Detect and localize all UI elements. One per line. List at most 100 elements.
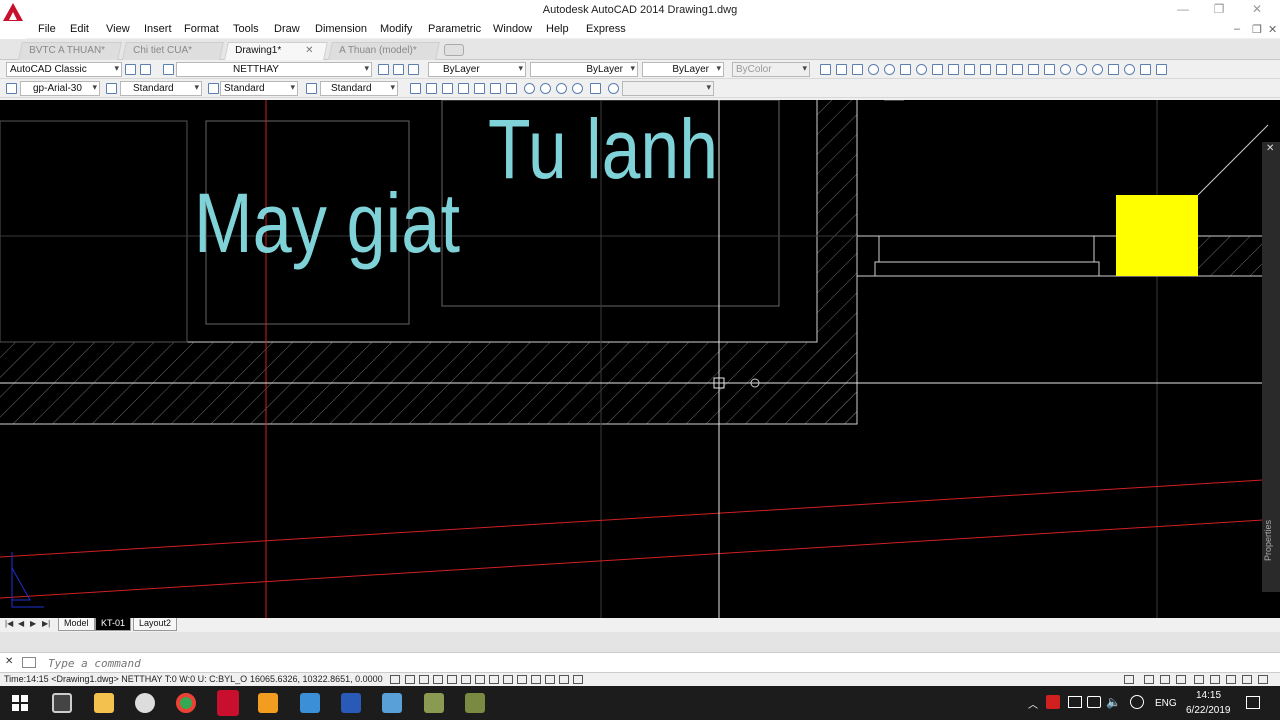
mleader-style-icon[interactable] bbox=[306, 83, 317, 94]
otrack-icon[interactable] bbox=[489, 675, 499, 684]
visual-style-icon-4[interactable] bbox=[572, 83, 583, 94]
media-player-icon[interactable] bbox=[258, 693, 278, 713]
view-icon-2[interactable] bbox=[426, 83, 437, 94]
gradient-icon[interactable] bbox=[1044, 64, 1055, 75]
line-tool-icon[interactable] bbox=[820, 64, 831, 75]
layout-app-icon[interactable] bbox=[465, 693, 485, 713]
cursor-coordinates[interactable]: 16065.6326, 10322.8651, 0.0000 bbox=[250, 674, 383, 684]
mleader-style-select[interactable]: Standard bbox=[320, 81, 398, 96]
zoom-icon[interactable] bbox=[1140, 64, 1151, 75]
maximize-button[interactable]: ❐ bbox=[1204, 2, 1234, 18]
make-block-icon[interactable] bbox=[996, 64, 1007, 75]
table-icon[interactable] bbox=[1076, 64, 1087, 75]
clean-screen-icon[interactable] bbox=[1258, 675, 1268, 684]
text-style-icon[interactable] bbox=[6, 83, 17, 94]
chrome-icon[interactable] bbox=[176, 693, 196, 713]
lineweight-icon[interactable] bbox=[531, 675, 541, 684]
language-indicator[interactable]: ENG bbox=[1155, 698, 1177, 709]
layer-select[interactable]: NETTHAY bbox=[176, 62, 372, 77]
annotation-visibility-icon[interactable] bbox=[1160, 675, 1170, 684]
autocad-logo-icon[interactable] bbox=[0, 0, 26, 40]
text-style-select[interactable]: gp-Arial-30 bbox=[20, 81, 100, 96]
quick-properties-icon[interactable] bbox=[559, 675, 569, 684]
dynamic-input-icon[interactable] bbox=[517, 675, 527, 684]
selection-cycling-icon[interactable] bbox=[573, 675, 583, 684]
ellipse-icon[interactable] bbox=[964, 64, 975, 75]
volume-icon[interactable]: 🔈 bbox=[1106, 695, 1121, 709]
table-style-select[interactable]: Standard bbox=[220, 81, 298, 96]
sketchup-icon[interactable] bbox=[424, 693, 444, 713]
revcloud-icon[interactable] bbox=[932, 64, 943, 75]
new-tab-icon[interactable] bbox=[444, 44, 464, 56]
calculator-icon[interactable] bbox=[52, 693, 72, 713]
view-icon-1[interactable] bbox=[410, 83, 421, 94]
circle-icon[interactable] bbox=[884, 64, 895, 75]
last-layout-icon[interactable]: ▶| bbox=[42, 619, 50, 628]
view-icon-4[interactable] bbox=[458, 83, 469, 94]
windows-start-icon[interactable] bbox=[12, 695, 28, 711]
layer-properties-icon[interactable] bbox=[163, 64, 174, 75]
polyline-icon[interactable] bbox=[852, 64, 863, 75]
properties-palette-label[interactable]: Properties bbox=[1263, 500, 1279, 580]
view-icon-5[interactable] bbox=[474, 83, 485, 94]
auto-scale-icon[interactable] bbox=[1176, 675, 1186, 684]
tray-window-icon[interactable] bbox=[1068, 696, 1082, 708]
construction-line-icon[interactable] bbox=[836, 64, 847, 75]
orbit-icon[interactable] bbox=[1124, 64, 1135, 75]
model-space-icon[interactable] bbox=[1124, 675, 1134, 684]
3d-osnap-icon[interactable] bbox=[475, 675, 485, 684]
ortho-mode-icon[interactable] bbox=[433, 675, 443, 684]
drawing-svg[interactable]: May giat Tu lanh bbox=[0, 100, 1280, 618]
insert-block-icon[interactable] bbox=[980, 64, 991, 75]
next-layout-icon[interactable]: ▶ bbox=[30, 619, 36, 628]
image-viewer-icon[interactable] bbox=[382, 693, 402, 713]
arc-icon[interactable] bbox=[916, 64, 927, 75]
make-current-layer-icon[interactable] bbox=[378, 64, 389, 75]
command-input[interactable] bbox=[48, 654, 1268, 672]
linetype-select[interactable]: ByLayer bbox=[530, 62, 638, 77]
infer-constraints-icon[interactable] bbox=[390, 675, 400, 684]
tab-drawing1[interactable]: Drawing1* ✕ bbox=[224, 42, 328, 60]
workspace-select[interactable]: AutoCAD Classic bbox=[6, 62, 122, 77]
view-icon-6[interactable] bbox=[490, 83, 501, 94]
clock-date[interactable]: 6/22/2019 bbox=[1186, 705, 1231, 716]
workspace-settings-icon[interactable] bbox=[125, 64, 136, 75]
tab-chi-tiet-cua[interactable]: Chi tiet CUA* bbox=[122, 42, 224, 60]
unreal-engine-icon[interactable] bbox=[135, 693, 155, 713]
dim-style-icon[interactable] bbox=[106, 83, 117, 94]
doc-restore-button[interactable]: ❐ bbox=[1252, 23, 1262, 36]
polar-tracking-icon[interactable] bbox=[447, 675, 457, 684]
dim-style-select[interactable]: Standard bbox=[120, 81, 202, 96]
spline-icon[interactable] bbox=[948, 64, 959, 75]
lineweight-select[interactable]: ByLayer bbox=[642, 62, 724, 77]
layer-state-icon[interactable] bbox=[408, 64, 419, 75]
text-editor-icon[interactable] bbox=[341, 693, 361, 713]
layer-previous-icon[interactable] bbox=[393, 64, 404, 75]
visual-style-icon-1[interactable] bbox=[524, 83, 535, 94]
tab-bvtc-a-thuan[interactable]: BVTC A THUAN* bbox=[18, 42, 122, 60]
menu-edit[interactable]: Edit bbox=[70, 23, 89, 35]
palette-close-icon[interactable]: ✕ bbox=[1266, 143, 1274, 154]
menu-format[interactable]: Format bbox=[184, 23, 219, 35]
pan-icon[interactable] bbox=[1156, 64, 1167, 75]
menu-help[interactable]: Help bbox=[546, 23, 569, 35]
visual-style-icon-2[interactable] bbox=[540, 83, 551, 94]
menu-tools[interactable]: Tools bbox=[233, 23, 259, 35]
isolate-objects-icon[interactable] bbox=[1226, 675, 1236, 684]
menu-express[interactable]: Express bbox=[586, 23, 626, 35]
annotation-scale-icon[interactable] bbox=[1144, 675, 1154, 684]
transparency-icon[interactable] bbox=[545, 675, 555, 684]
hatch-icon[interactable] bbox=[1028, 64, 1039, 75]
autocad-taskbar-icon[interactable] bbox=[217, 690, 239, 716]
menu-dimension[interactable]: Dimension bbox=[315, 23, 367, 35]
close-button[interactable]: ✕ bbox=[1242, 2, 1272, 18]
color-select[interactable]: ByLayer bbox=[428, 62, 526, 77]
clock-time[interactable]: 14:15 bbox=[1196, 690, 1221, 701]
menu-draw[interactable]: Draw bbox=[274, 23, 300, 35]
lock-ui-icon[interactable] bbox=[1210, 675, 1220, 684]
tab-a-thuan-model[interactable]: A Thuan (model)* bbox=[328, 42, 440, 60]
remote-desktop-icon[interactable] bbox=[300, 693, 320, 713]
prev-layout-icon[interactable]: ◀ bbox=[18, 619, 24, 628]
ducs-icon[interactable] bbox=[503, 675, 513, 684]
render-icon[interactable] bbox=[590, 83, 601, 94]
